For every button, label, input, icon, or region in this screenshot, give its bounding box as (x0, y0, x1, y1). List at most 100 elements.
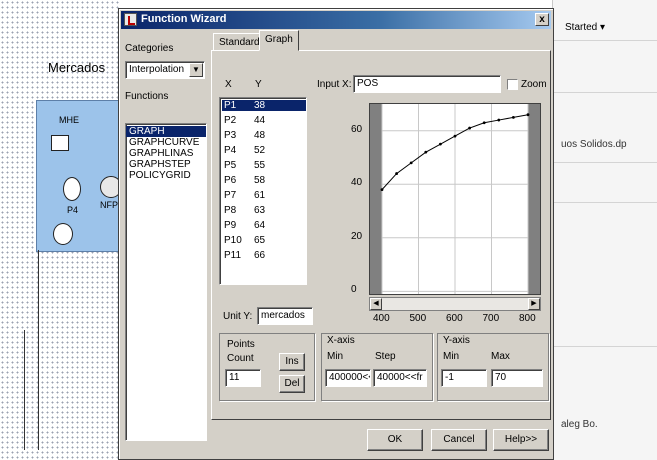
y-max-label: Max (491, 351, 510, 362)
model-node[interactable] (63, 177, 81, 201)
point-x: P1 (224, 100, 237, 111)
file-label: uos Solidos.dp (561, 139, 627, 150)
point-y: 58 (254, 175, 266, 186)
delete-point-button[interactable]: Del (279, 375, 305, 393)
point-x: P11 (224, 250, 242, 261)
point-row[interactable]: P4 52 (222, 145, 306, 156)
point-row[interactable]: P8 63 (222, 205, 306, 216)
y-max-field[interactable]: 70 (491, 369, 543, 387)
point-row[interactable]: P10 65 (222, 235, 306, 246)
cancel-button[interactable]: Cancel (431, 429, 487, 451)
graph-plot[interactable] (369, 103, 541, 295)
divider (553, 346, 657, 347)
function-item[interactable]: GRAPHCURVE (126, 137, 206, 148)
x-tick-label: 600 (446, 313, 463, 324)
point-y: 65 (254, 235, 266, 246)
dialog-label: aleg Bo. (561, 419, 598, 430)
tab-standard[interactable]: Standard (213, 33, 266, 51)
x-min-label: Min (327, 351, 344, 362)
background-window: Started ▾ uos Solidos.dp aleg Bo. (552, 0, 657, 460)
point-row[interactable]: P9 64 (222, 220, 306, 231)
zoom-checkbox[interactable] (507, 79, 518, 90)
tab-graph[interactable]: Graph (259, 30, 299, 51)
function-item[interactable]: GRAPHLINAS (126, 148, 206, 159)
scroll-left-arrow[interactable]: ◀ (370, 298, 382, 310)
points-label: Points (227, 339, 255, 350)
range-band-right (528, 104, 540, 294)
unit-y-field[interactable]: mercados (257, 307, 313, 325)
model-node[interactable] (51, 135, 69, 151)
scroll-right-arrow[interactable]: ▶ (528, 298, 540, 310)
x-axis-label: X-axis (327, 335, 355, 346)
functions-list[interactable]: GRAPH GRAPHCURVE GRAPHLINAS GRAPHSTEP POLICY… (125, 123, 207, 441)
count-field[interactable]: 11 (225, 369, 261, 387)
dialog-title: Function Wizard (141, 13, 227, 25)
point-y: 44 (254, 115, 266, 126)
point-y: 61 (254, 190, 266, 201)
started-menu[interactable]: Started ▾ (565, 22, 605, 33)
point-row[interactable]: P11 66 (222, 250, 306, 261)
point-row[interactable]: P2 44 (222, 115, 306, 126)
point-x: P5 (224, 160, 237, 171)
point-x: P9 (224, 220, 237, 231)
point-x: P10 (224, 235, 242, 246)
graph-point (453, 134, 457, 138)
x-min-field[interactable]: 400000<< (325, 369, 371, 387)
graph-point (497, 118, 501, 122)
range-band-left (370, 104, 382, 294)
x-step-label: Step (375, 351, 396, 362)
point-y: 38 (254, 100, 266, 111)
point-x: P2 (224, 115, 237, 126)
point-row[interactable]: P7 61 (222, 190, 306, 201)
node-label: MHE (59, 115, 79, 125)
zoom-label: Zoom (521, 79, 547, 90)
x-tick-label: 800 (519, 313, 536, 324)
point-y: 48 (254, 130, 266, 141)
point-x: P3 (224, 130, 237, 141)
y-tick-label: 0 (351, 284, 357, 296)
app-icon (124, 13, 137, 26)
divider (553, 92, 657, 93)
graph-point (526, 113, 530, 117)
input-x-field[interactable]: POS (353, 75, 501, 93)
y-tick-label: 20 (351, 230, 363, 242)
chevron-down-icon[interactable]: ▼ (189, 63, 203, 77)
insert-point-button[interactable]: Ins (279, 353, 305, 371)
point-row[interactable]: P1 38 (222, 100, 306, 111)
ok-button[interactable]: OK (367, 429, 423, 451)
point-row[interactable]: P3 48 (222, 130, 306, 141)
graph-scrollbar[interactable]: ◀ ▶ (369, 297, 541, 311)
functions-label: Functions (125, 91, 169, 102)
connector-line (38, 250, 39, 450)
unit-y-label: Unit Y: (223, 311, 253, 322)
point-x: P7 (224, 190, 237, 201)
function-item[interactable]: GRAPH (126, 126, 206, 137)
graph-chart (370, 104, 540, 294)
graph-point (468, 126, 471, 130)
function-item[interactable]: GRAPHSTEP (126, 159, 206, 170)
graph-point (424, 150, 428, 154)
divider (553, 40, 657, 41)
title-bar[interactable]: Function Wizard x (121, 11, 551, 29)
function-item[interactable]: POLICYGRID (126, 170, 206, 181)
help-button[interactable]: Help>> (493, 429, 549, 451)
x-step-field[interactable]: 40000<<fr (373, 369, 427, 387)
point-x: P8 (224, 205, 237, 216)
categories-value: Interpolation (129, 64, 185, 75)
point-y: 66 (254, 250, 266, 261)
points-list[interactable]: P1 38 P2 44 P3 48 P4 52 P5 55 P6 58 P7 61 P8 63 P9 64 P10 6… (219, 97, 307, 285)
connector-line (24, 330, 25, 450)
model-node[interactable] (53, 223, 73, 245)
point-row[interactable]: P5 55 (222, 160, 306, 171)
node-label: P4 (67, 205, 79, 215)
y-tick-label: 40 (351, 177, 363, 189)
x-tick-label: 700 (482, 313, 500, 324)
categories-select[interactable]: Interpolation ▼ (125, 61, 205, 79)
y-tick-label: 60 (351, 123, 363, 135)
graph-point (395, 172, 398, 175)
y-min-field[interactable]: -1 (441, 369, 487, 387)
point-row[interactable]: P6 58 (222, 175, 306, 186)
graph-point (482, 121, 486, 125)
close-button[interactable]: x (535, 13, 549, 26)
node-label: NFP (100, 200, 118, 210)
